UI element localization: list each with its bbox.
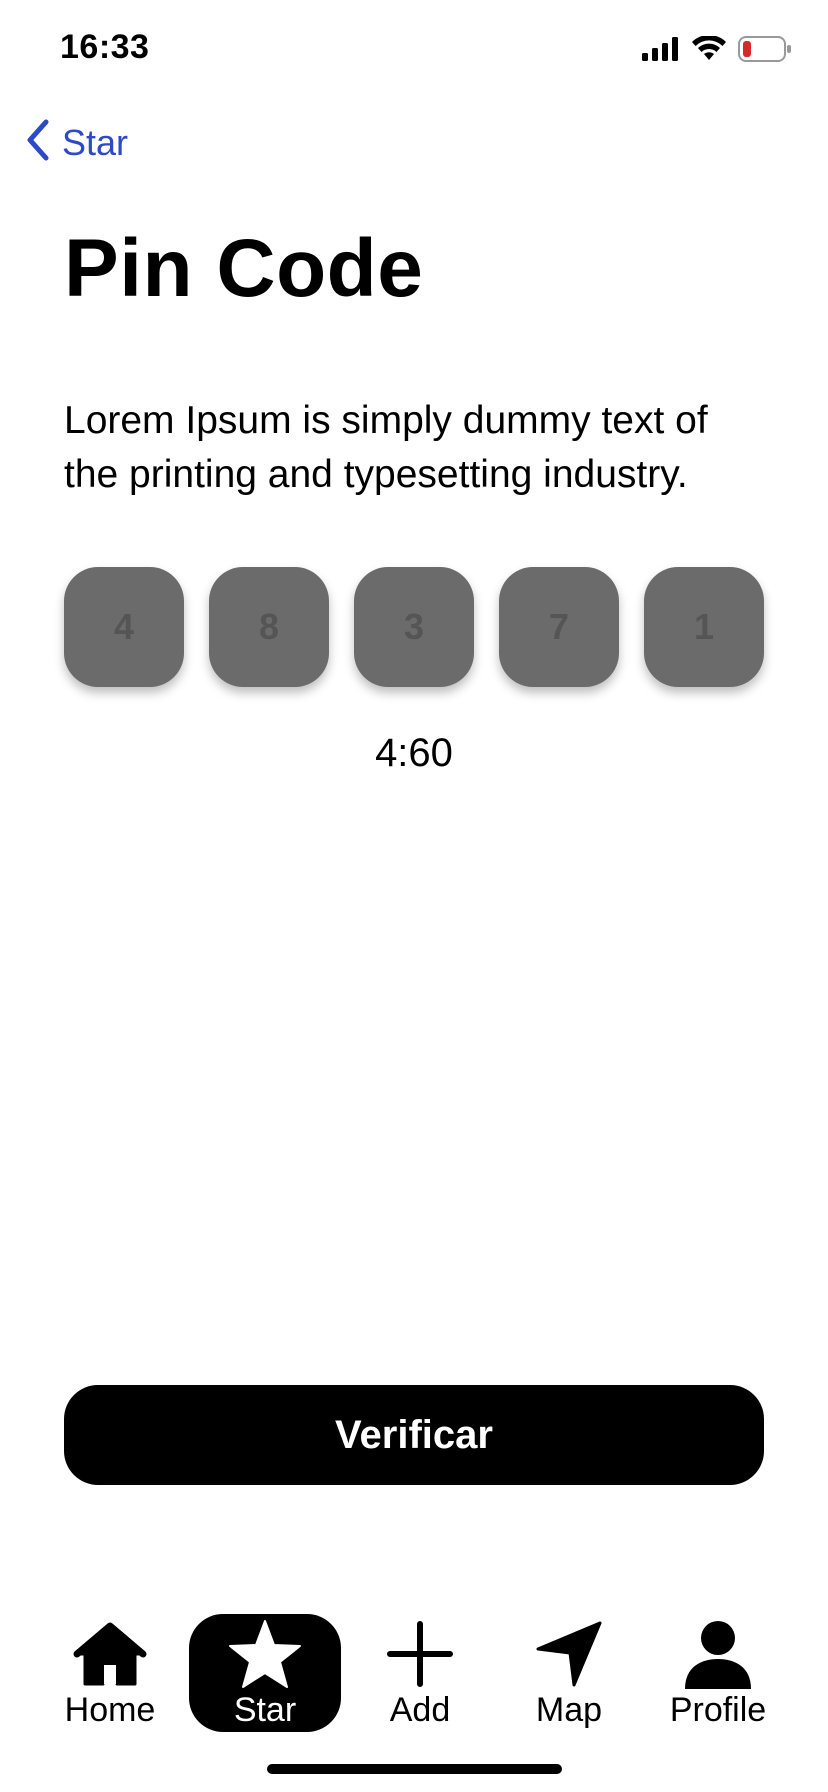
tab-add[interactable]: Add <box>350 1614 490 1732</box>
tab-home[interactable]: Home <box>40 1614 180 1732</box>
status-icons <box>642 34 792 67</box>
chevron-left-icon <box>24 118 52 167</box>
verify-button[interactable]: Verificar <box>64 1385 764 1485</box>
countdown-timer: 4:60 <box>375 731 453 775</box>
pin-digit-4[interactable]: 7 <box>499 567 619 687</box>
person-icon <box>678 1618 758 1690</box>
pin-code-input: 4 8 3 7 1 <box>64 567 764 687</box>
tab-profile[interactable]: Profile <box>648 1614 788 1732</box>
tab-star-label: Star <box>233 1691 297 1729</box>
home-icon <box>70 1618 150 1690</box>
plus-icon <box>380 1618 460 1690</box>
pin-digit-5[interactable]: 1 <box>644 567 764 687</box>
wifi-icon <box>692 34 726 67</box>
status-time: 16:33 <box>60 28 150 66</box>
pin-digit-2[interactable]: 8 <box>209 567 329 687</box>
back-button[interactable]: Star <box>24 118 128 167</box>
back-label: Star <box>62 121 129 163</box>
star-icon <box>225 1618 305 1690</box>
home-indicator <box>267 1764 562 1774</box>
battery-icon <box>738 36 792 67</box>
tab-add-label: Add <box>389 1691 451 1729</box>
tab-home-label: Home <box>64 1691 156 1729</box>
page-title: Pin Code <box>64 223 424 314</box>
tab-map-label: Map <box>535 1691 603 1729</box>
location-arrow-icon <box>529 1618 609 1690</box>
pin-digit-1[interactable]: 4 <box>64 567 184 687</box>
pin-digit-3[interactable]: 3 <box>354 567 474 687</box>
tab-star[interactable]: Star <box>189 1614 341 1732</box>
page-description: Lorem Ipsum is simply dummy text of the … <box>64 399 708 496</box>
tab-bar: Home Star Add Map Profile <box>40 1612 788 1734</box>
signal-icon <box>642 37 680 66</box>
tab-map[interactable]: Map <box>499 1614 639 1732</box>
tab-profile-label: Profile <box>669 1691 767 1729</box>
